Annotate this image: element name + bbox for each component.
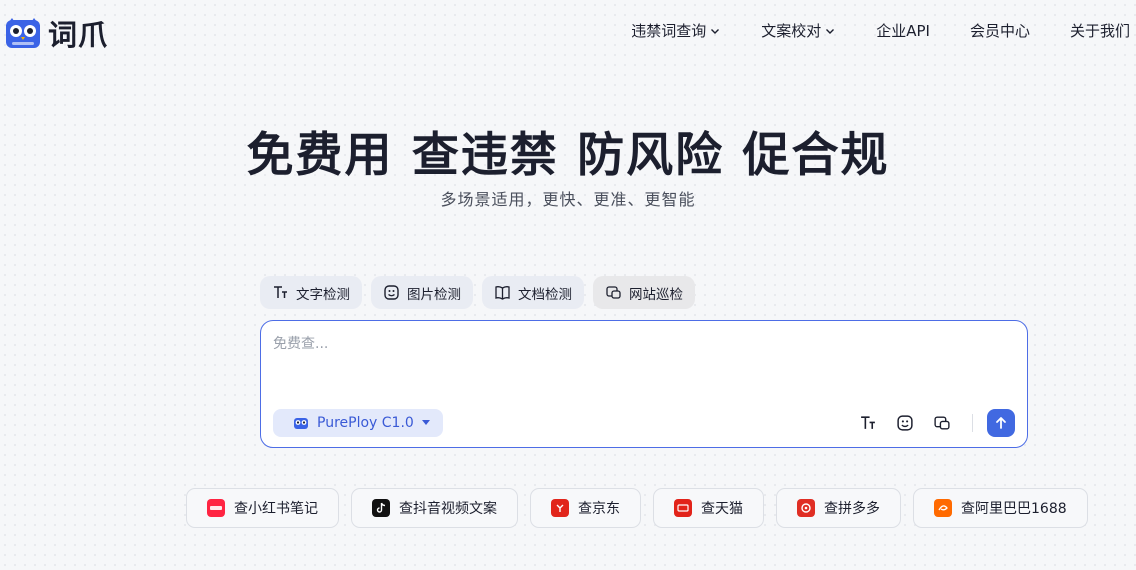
owl-model-icon (294, 418, 308, 429)
model-selector-label: PurePloy C1.0 (317, 415, 414, 431)
platform-jd[interactable]: 查京东 (530, 488, 641, 528)
nav-item-forbidden-words[interactable]: 违禁词查询 (631, 20, 721, 41)
hero-title: 免费用 查违禁 防风险 促合规 (246, 128, 890, 183)
tab-image-detection[interactable]: 图片检测 (371, 276, 473, 309)
image-mode-button[interactable] (893, 411, 917, 435)
jd-icon (551, 499, 569, 517)
platform-tmall[interactable]: 查天猫 (653, 488, 764, 528)
website-mode-button[interactable] (930, 411, 954, 435)
tab-website-inspection[interactable]: 网站巡检 (593, 276, 695, 309)
text-icon (861, 416, 875, 429)
caret-down-icon (421, 420, 430, 425)
top-nav: 违禁词查询 文案校对 企业API 会员中心 关于我们 (591, 20, 1130, 41)
platform-xiaohongshu[interactable]: 查小红书笔记 (186, 488, 339, 528)
text-mode-button[interactable] (856, 411, 880, 435)
website-icon (934, 416, 950, 430)
tmall-icon (674, 499, 692, 517)
xiaohongshu-icon (207, 499, 225, 517)
website-icon (606, 286, 621, 299)
chevron-down-icon (826, 28, 835, 34)
detection-tabs: 文字检测 图片检测 文档检测 网站巡检 (260, 276, 704, 309)
tab-document-detection[interactable]: 文档检测 (482, 276, 584, 309)
header: 词爪 违禁词查询 文案校对 企业API 会员中心 关于我们 (0, 0, 1136, 62)
model-selector[interactable]: PurePloy C1.0 (273, 409, 443, 437)
document-icon (495, 286, 510, 300)
hero-subtitle: 多场景适用，更快、更准、更智能 (440, 190, 696, 209)
logo-text: 词爪 (48, 18, 109, 52)
platform-pinduoduo[interactable]: 查拼多多 (776, 488, 901, 528)
toolbar-divider (972, 414, 973, 432)
image-icon (897, 415, 913, 431)
tab-text-detection[interactable]: 文字检测 (260, 276, 362, 309)
platform-alibaba-1688[interactable]: 查阿里巴巴1688 (913, 488, 1088, 528)
pinduoduo-icon (797, 499, 815, 517)
platform-douyin[interactable]: 查抖音视频文案 (351, 488, 518, 528)
nav-item-enterprise-api[interactable]: 企业API (876, 20, 930, 41)
chevron-down-icon (711, 28, 720, 34)
arrow-up-icon (996, 417, 1006, 429)
text-icon (274, 286, 287, 298)
alibaba-1688-icon (934, 499, 952, 517)
logo[interactable]: 词爪 (4, 12, 108, 54)
owl-logo-icon (6, 18, 40, 48)
nav-item-proofreading[interactable]: 文案校对 (761, 20, 836, 41)
check-text-input[interactable] (273, 333, 1013, 393)
check-input-box: PurePloy C1.0 (260, 320, 1028, 448)
platform-shortcuts: 查小红书笔记 查抖音视频文案 查京东 查天猫 查拼多多 查阿里巴巴1688 (186, 488, 1100, 528)
image-icon (384, 285, 399, 300)
send-button[interactable] (987, 409, 1015, 437)
nav-item-about-us[interactable]: 关于我们 (1070, 20, 1130, 41)
nav-item-member-center[interactable]: 会员中心 (970, 20, 1030, 41)
input-toolbar (843, 409, 1015, 437)
douyin-icon (372, 499, 390, 517)
